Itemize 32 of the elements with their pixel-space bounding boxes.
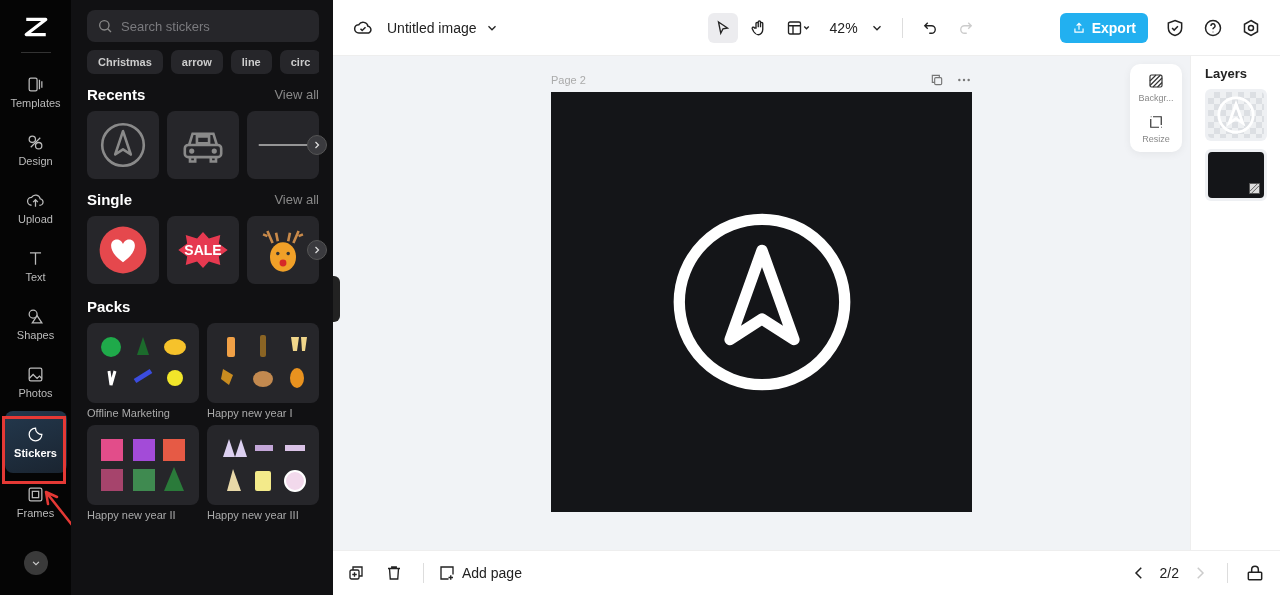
- tag-chip[interactable]: Christmas: [87, 50, 163, 74]
- document-title-dropdown[interactable]: Untitled image: [387, 19, 499, 36]
- tag-chip[interactable]: arrow: [170, 50, 223, 74]
- pack-title: Happy new year III: [207, 509, 300, 521]
- sidebar-item[interactable]: Templates: [4, 63, 67, 121]
- add-page-button[interactable]: Add page: [438, 564, 522, 582]
- pack-title: Happy new year I: [207, 407, 294, 419]
- page-label: Page 2: [551, 74, 586, 86]
- canvas-tool-button[interactable]: Backgr...: [1130, 72, 1182, 103]
- sidebar-item[interactable]: Shapes: [4, 295, 67, 353]
- pack-title: Offline Marketing: [87, 407, 171, 419]
- section-title: Single: [87, 191, 132, 208]
- sidebar-item[interactable]: Photos: [4, 353, 67, 411]
- tag-chip[interactable]: line: [230, 50, 272, 74]
- page-counter: 2/2: [1159, 565, 1179, 581]
- tag-chip[interactable]: circ: [279, 50, 319, 74]
- canvas-tool-button[interactable]: Resize: [1130, 113, 1182, 144]
- zoom-dropdown[interactable]: 42%: [823, 19, 890, 36]
- section-title: Recents: [87, 86, 146, 103]
- layers-title: Layers: [1205, 66, 1248, 81]
- pack-title: Happy new year II: [87, 509, 177, 521]
- sidebar-item[interactable]: Text: [4, 237, 67, 295]
- view-all-link[interactable]: View all: [274, 87, 319, 102]
- sidebar-item[interactable]: Upload: [4, 179, 67, 237]
- sidebar-item[interactable]: Stickers: [4, 411, 67, 473]
- sale-sticker: SALE: [178, 232, 228, 268]
- search-field[interactable]: Search stickers: [87, 10, 319, 42]
- sidebar-item[interactable]: Frames: [4, 473, 67, 531]
- sidebar-item[interactable]: Design: [4, 121, 67, 179]
- sticker-tile[interactable]: SALE: [167, 216, 239, 284]
- view-all-link[interactable]: View all: [274, 192, 319, 207]
- section-title: Packs: [87, 298, 132, 315]
